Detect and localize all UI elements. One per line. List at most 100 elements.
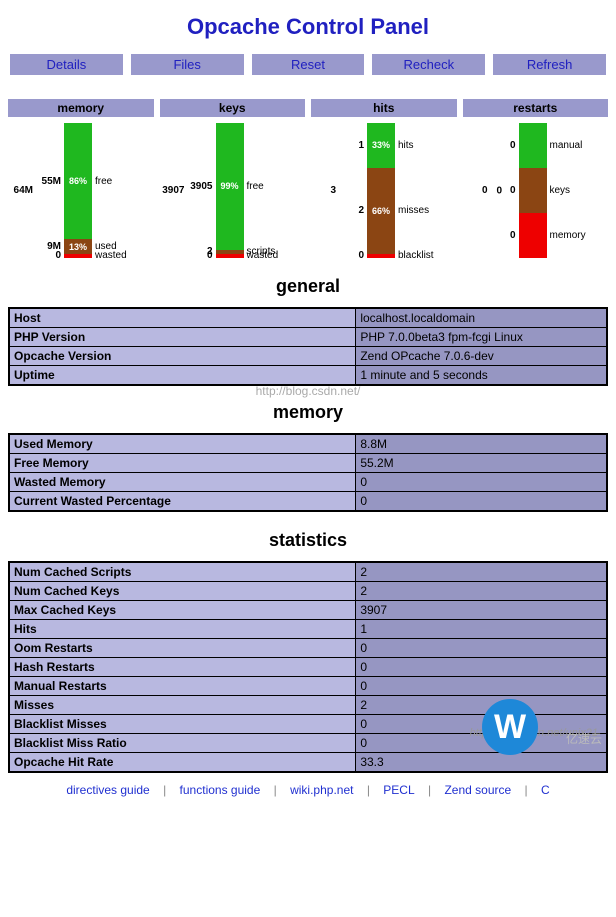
table-key: Hash Restarts [9, 658, 356, 677]
chart-segment [519, 213, 547, 258]
footer-sep: | [274, 783, 277, 797]
chart-hits: hits312033%66%hitsmissesblacklist [311, 99, 457, 258]
table-key: Opcache Hit Rate [9, 753, 356, 773]
table-value: 1 minute and 5 seconds [356, 366, 607, 386]
chart-segment: 99% [216, 123, 244, 250]
table-row: Opcache VersionZend OPcache 7.0.6-dev [9, 347, 607, 366]
button-bar: Details Files Reset Recheck Refresh [8, 54, 608, 75]
table-key: Used Memory [9, 434, 356, 454]
chart-segment [216, 254, 244, 258]
chart-value: 0 [188, 254, 216, 258]
table-value: 55.2M [356, 454, 607, 473]
table-key: Blacklist Misses [9, 715, 356, 734]
chart-segment: 86% [64, 123, 92, 239]
chart-total: 3 [311, 123, 339, 258]
files-button[interactable]: Files [131, 54, 244, 75]
table-row: Num Cached Keys2 [9, 582, 607, 601]
chart-title: memory [8, 99, 154, 117]
watermark-text: http://blog.csdn.net/ [8, 384, 608, 398]
table-row: Wasted Memory0 [9, 473, 607, 492]
w-badge-icon: W [482, 699, 538, 755]
table-row: Num Cached Scripts2 [9, 562, 607, 582]
chart-memory: memory64M55M9M086%13%freeusedwasted [8, 99, 154, 258]
section-heading-general: general [8, 276, 608, 297]
section-heading-statistics: statistics [8, 530, 608, 551]
footer-links: directives guide | functions guide | wik… [8, 773, 608, 803]
table-row: Max Cached Keys3907 [9, 601, 607, 620]
chart-segment [519, 123, 547, 168]
chart-title: hits [311, 99, 457, 117]
footer-zend-link[interactable]: Zend source [444, 783, 511, 797]
chart-value: 0 [491, 213, 519, 258]
chart-restarts: restarts0000manualkeysmemory0 [463, 99, 609, 258]
footer-sep: | [428, 783, 431, 797]
table-key: Host [9, 308, 356, 328]
charts-row: memory64M55M9M086%13%freeusedwastedkeys3… [8, 99, 608, 258]
table-value: 0 [356, 658, 607, 677]
recheck-button[interactable]: Recheck [372, 54, 485, 75]
table-value: 33.3 [356, 753, 607, 773]
refresh-button[interactable]: Refresh [493, 54, 606, 75]
chart-value: 55M [36, 123, 64, 239]
table-key: PHP Version [9, 328, 356, 347]
table-key: Free Memory [9, 454, 356, 473]
chart-value: 1 [339, 123, 367, 168]
table-key: Manual Restarts [9, 677, 356, 696]
chart-label: free [92, 123, 154, 239]
table-value: 8.8M [356, 434, 607, 454]
chart-label: misses [395, 168, 457, 254]
table-row: PHP VersionPHP 7.0.0beta3 fpm-fcgi Linux [9, 328, 607, 347]
footer-sep: | [163, 783, 166, 797]
chart-segment [367, 254, 395, 258]
table-row: Manual Restarts0 [9, 677, 607, 696]
table-value: 0 [356, 639, 607, 658]
chart-value: 0 [36, 254, 64, 258]
footer-extra-link[interactable]: C [541, 783, 550, 797]
details-button[interactable]: Details [10, 54, 123, 75]
table-row: Used Memory8.8M [9, 434, 607, 454]
footer-functions-link[interactable]: functions guide [180, 783, 261, 797]
table-key: Max Cached Keys [9, 601, 356, 620]
table-key: Blacklist Miss Ratio [9, 734, 356, 753]
cloud-label: 亿速云 [566, 730, 602, 747]
table-value: 0 [356, 677, 607, 696]
section-heading-memory: memory [8, 402, 608, 423]
table-key: Hits [9, 620, 356, 639]
table-value: 2 [356, 582, 607, 601]
table-row: Hash Restarts0 [9, 658, 607, 677]
table-key: Current Wasted Percentage [9, 492, 356, 512]
footer-wiki-link[interactable]: wiki.php.net [290, 783, 353, 797]
table-key: Uptime [9, 366, 356, 386]
table-row: Free Memory55.2M [9, 454, 607, 473]
table-value: 3907 [356, 601, 607, 620]
memory-table: Used Memory8.8MFree Memory55.2MWasted Me… [8, 433, 608, 512]
footer-sep: | [367, 783, 370, 797]
chart-label: keys [547, 168, 609, 214]
reset-button[interactable]: Reset [252, 54, 365, 75]
footer-pecl-link[interactable]: PECL [383, 783, 414, 797]
chart-keys: keys390739052099%freescriptswasted [160, 99, 306, 258]
chart-total: 0 [463, 123, 491, 258]
chart-title: keys [160, 99, 306, 117]
chart-segment: 33% [367, 123, 395, 168]
table-row: Hostlocalhost.localdomain [9, 308, 607, 328]
chart-value: 0 [339, 254, 367, 258]
chart-segment [519, 168, 547, 214]
chart-label: wasted [92, 254, 154, 258]
chart-label: memory [547, 213, 609, 258]
chart-value: 0 [491, 123, 519, 168]
chart-value: 3905 [188, 123, 216, 250]
chart-title: restarts [463, 99, 609, 117]
chart-label: manual [547, 123, 609, 168]
table-key: Opcache Version [9, 347, 356, 366]
table-value: 2 [356, 562, 607, 582]
table-value: localhost.localdomain [356, 308, 607, 328]
chart-extra: 0 [497, 185, 503, 196]
chart-label: free [244, 123, 306, 250]
chart-label: wasted [244, 254, 306, 258]
table-key: Wasted Memory [9, 473, 356, 492]
table-value: Zend OPcache 7.0.6-dev [356, 347, 607, 366]
footer-directives-link[interactable]: directives guide [66, 783, 149, 797]
table-row: Opcache Hit Rate33.3 [9, 753, 607, 773]
table-value: 0 [356, 473, 607, 492]
